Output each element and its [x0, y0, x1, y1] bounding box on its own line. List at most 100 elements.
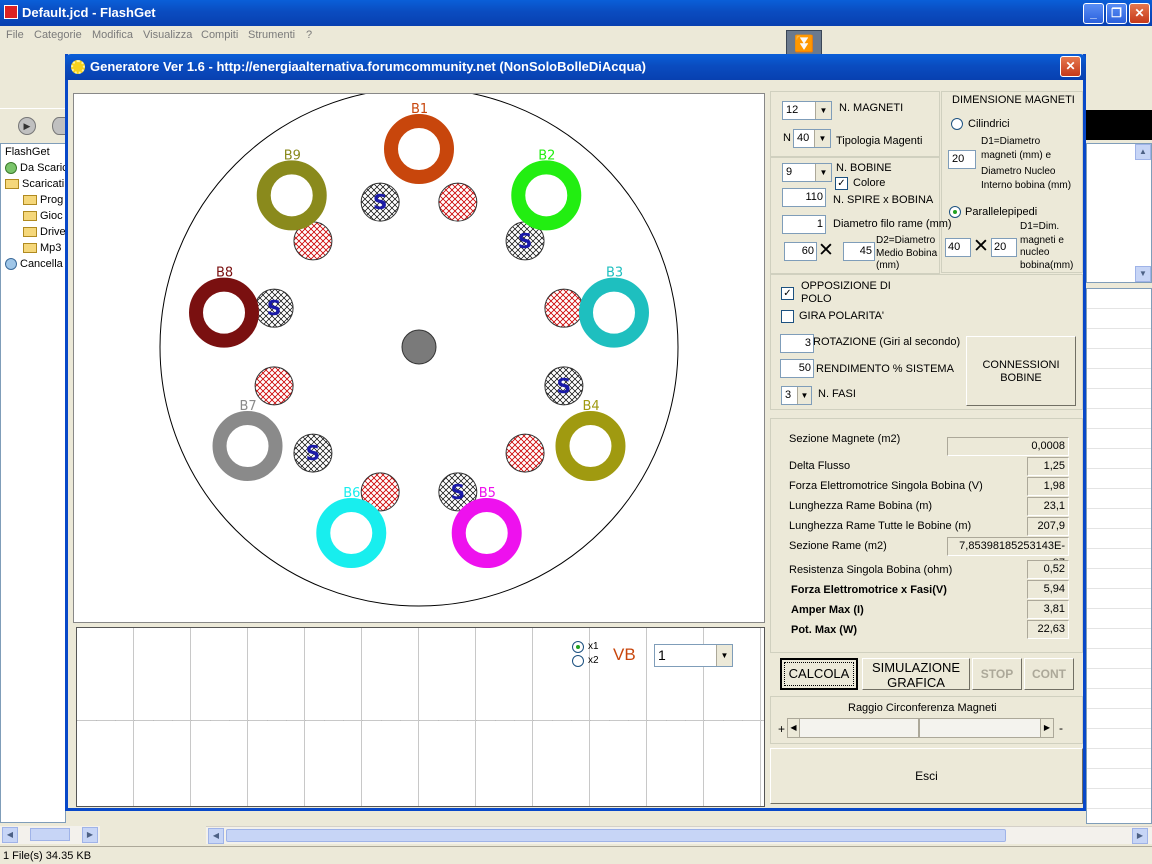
- rotor-canvas: S S S S S S B1 B2 B3 B4 B5 B6 B7 B8 B9: [73, 87, 765, 623]
- chevron-down-icon[interactable]: ▼: [814, 130, 830, 147]
- tree-programmi[interactable]: Prog: [23, 194, 63, 206]
- parallelepipedi-radio[interactable]: [949, 206, 961, 218]
- d2-label-3: (mm): [876, 260, 900, 271]
- par-dim1-input[interactable]: 40: [945, 238, 971, 257]
- pause-icon[interactable]: [52, 117, 66, 135]
- cross-icon: ✕: [818, 240, 834, 261]
- x2-radio[interactable]: [572, 655, 584, 667]
- magnet-label: S: [306, 441, 320, 465]
- menu-help[interactable]: ?: [306, 29, 312, 41]
- raggio-slider[interactable]: ◀ ▶: [787, 718, 1054, 738]
- generator-dialog: Generatore Ver 1.6 - http://energiaalter…: [65, 54, 1086, 811]
- cyl-diameter-input[interactable]: 20: [948, 150, 976, 169]
- tipologia-value: 40: [797, 132, 810, 144]
- slider-thumb[interactable]: [918, 719, 920, 737]
- slider-right-icon[interactable]: ▶: [1040, 719, 1053, 737]
- n-bobine-select[interactable]: 9 ▼: [782, 163, 832, 182]
- result-value: 207,9: [1027, 517, 1069, 536]
- scroll-thumb[interactable]: [30, 828, 70, 841]
- cyl-desc-4: Interno bobina (mm): [981, 180, 1072, 191]
- result-value: 0,0008: [947, 437, 1069, 456]
- opposizione-checkbox[interactable]: ✓: [781, 287, 794, 300]
- rotor-hub: [401, 329, 437, 365]
- recycle-icon: [5, 258, 17, 271]
- simulazione-label-1: SIMULAZIONE: [871, 660, 961, 675]
- gira-polarita-checkbox[interactable]: [781, 310, 794, 323]
- esci-button[interactable]: Esci: [770, 748, 1083, 804]
- app-logo-icon: [4, 5, 18, 19]
- menu-modifica[interactable]: Modifica: [92, 29, 133, 41]
- scroll-thumb[interactable]: [226, 829, 1006, 842]
- vb-select[interactable]: 1 ▼: [654, 644, 733, 667]
- tree-root[interactable]: FlashGet: [5, 146, 50, 158]
- tree-label: Drive: [40, 226, 66, 238]
- menu-strumenti[interactable]: Strumenti: [248, 29, 295, 41]
- calcola-button[interactable]: CALCOLA: [780, 658, 858, 690]
- x1-radio[interactable]: [572, 641, 584, 653]
- tree-scaricati[interactable]: Scaricati: [5, 178, 64, 190]
- n-spire-input[interactable]: 110: [782, 188, 826, 207]
- minimize-button[interactable]: _: [1083, 3, 1104, 24]
- folder-icon: [5, 179, 19, 190]
- scroll-down-button[interactable]: ▼: [1135, 266, 1151, 282]
- stop-button[interactable]: STOP: [972, 658, 1022, 690]
- connessioni-label-1: CONNESSIONI: [982, 359, 1060, 371]
- scroll-left-icon[interactable]: ◀: [2, 827, 18, 843]
- menu-categorie[interactable]: Categorie: [34, 29, 82, 41]
- chevron-down-icon[interactable]: ▼: [797, 387, 811, 404]
- colore-checkbox[interactable]: ✓: [835, 177, 848, 190]
- chevron-down-icon[interactable]: ▼: [815, 164, 831, 181]
- magnet: [544, 288, 584, 328]
- scroll-right-icon[interactable]: ▶: [82, 827, 98, 843]
- n-fasi-select[interactable]: 3 ▼: [781, 386, 812, 405]
- scroll-right-icon[interactable]: ▶: [1132, 828, 1148, 844]
- tree-driver[interactable]: Drive: [23, 226, 66, 238]
- colore-label: Colore: [853, 177, 886, 189]
- chevron-down-icon[interactable]: ▼: [815, 102, 831, 119]
- cilindrici-radio[interactable]: [951, 118, 963, 130]
- main-title-bar: Default.jcd - FlashGet _ ❐ ✕: [0, 0, 1152, 26]
- dialog-close-button[interactable]: ✕: [1060, 56, 1081, 77]
- coil-d1-input[interactable]: 60: [784, 242, 817, 261]
- simulazione-button[interactable]: SIMULAZIONE GRAFICA: [862, 658, 970, 690]
- tree-da-scaricare[interactable]: Da Scaric: [5, 162, 68, 175]
- menu-compiti[interactable]: Compiti: [201, 29, 238, 41]
- play-icon[interactable]: ▶: [18, 117, 36, 135]
- magnet: [505, 433, 545, 473]
- result-label: Sezione Rame (m2): [789, 540, 887, 552]
- rotazione-label: ROTAZIONE (Giri al secondo): [813, 336, 961, 348]
- menu-file[interactable]: File: [6, 29, 24, 41]
- coil-d2-input[interactable]: 45: [843, 242, 875, 261]
- folder-tree: FlashGet Da Scaric Scaricati Prog Gioc D…: [0, 143, 68, 823]
- slider-left-icon[interactable]: ◀: [788, 719, 800, 737]
- left-scrollbar[interactable]: ◀ ▶: [0, 826, 100, 844]
- n-magneti-label: N. MAGNETI: [839, 102, 904, 114]
- tree-label: Scaricati: [22, 178, 65, 190]
- close-button[interactable]: ✕: [1129, 3, 1150, 24]
- tipologia-select[interactable]: 40 ▼: [793, 129, 831, 148]
- scroll-up-button[interactable]: ▲: [1135, 144, 1151, 160]
- cyl-desc-3: Diametro Nucleo: [981, 166, 1056, 177]
- folder-icon: [23, 243, 37, 254]
- cont-button[interactable]: CONT: [1024, 658, 1074, 690]
- coil-label: B8: [216, 266, 233, 281]
- n-fasi-value: 3: [785, 389, 792, 401]
- maximize-button[interactable]: ❐: [1106, 3, 1127, 24]
- tree-giochi[interactable]: Gioc: [23, 210, 63, 222]
- scroll-left-icon[interactable]: ◀: [208, 828, 224, 844]
- wire-diameter-input[interactable]: 1: [782, 215, 826, 234]
- par-dim2-input[interactable]: 20: [991, 238, 1017, 257]
- coil-label: B3: [606, 266, 623, 281]
- n-magneti-select[interactable]: 12 ▼: [782, 101, 832, 120]
- rotazione-input[interactable]: 3: [780, 334, 814, 353]
- n-magneti-value: 12: [786, 104, 799, 116]
- tree-cancellati[interactable]: Cancella: [5, 258, 63, 271]
- bottom-scrollbar[interactable]: ◀ ▶: [206, 826, 1152, 844]
- rendimento-input[interactable]: 50: [780, 359, 814, 378]
- coil-label: B1: [411, 102, 428, 117]
- connessioni-bobine-button[interactable]: CONNESSIONI BOBINE: [966, 336, 1076, 406]
- tree-mp3[interactable]: Mp3: [23, 242, 61, 254]
- chevron-down-icon[interactable]: ▼: [716, 645, 732, 666]
- menu-visualizza[interactable]: Visualizza: [143, 29, 192, 41]
- result-label: Resistenza Singola Bobina (ohm): [789, 564, 953, 576]
